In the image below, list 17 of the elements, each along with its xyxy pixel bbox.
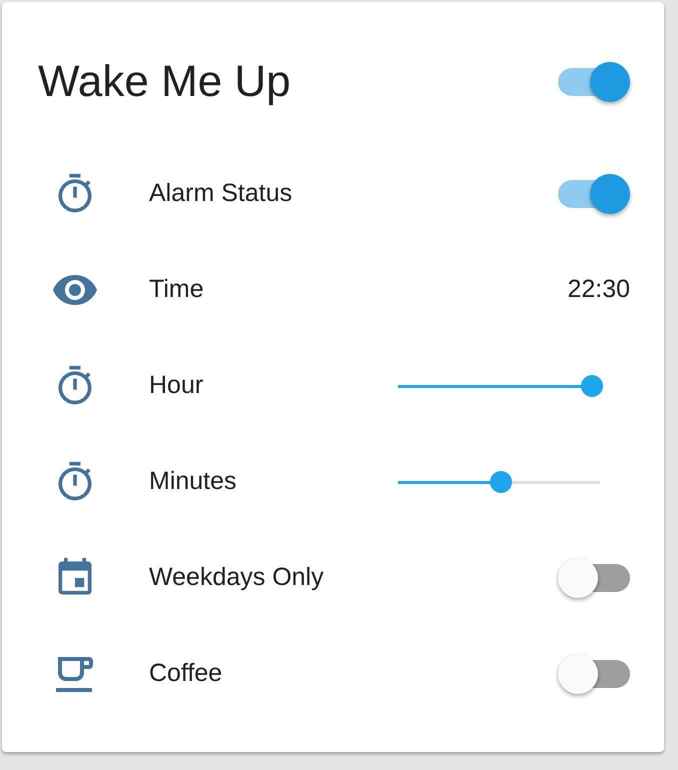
row-label: Time [149, 274, 204, 306]
row-label: Weekdays Only [149, 562, 324, 594]
cup-icon [55, 655, 95, 693]
slider-thumb[interactable] [490, 471, 512, 493]
row-label: Minutes [149, 466, 237, 498]
slider-thumb[interactable] [580, 375, 603, 397]
slider[interactable] [398, 374, 600, 398]
toggle-switch[interactable] [558, 558, 630, 598]
toggle-switch[interactable] [558, 174, 630, 214]
row-label: Alarm Status [149, 178, 292, 210]
toggle-switch[interactable] [558, 62, 630, 102]
row-label: Coffee [149, 658, 222, 690]
card-title: Wake Me Up [38, 56, 291, 108]
slider[interactable] [398, 470, 600, 494]
time-value: 22:30 [567, 274, 630, 306]
row-label: Hour [149, 370, 204, 402]
toggle-switch[interactable] [558, 654, 630, 694]
